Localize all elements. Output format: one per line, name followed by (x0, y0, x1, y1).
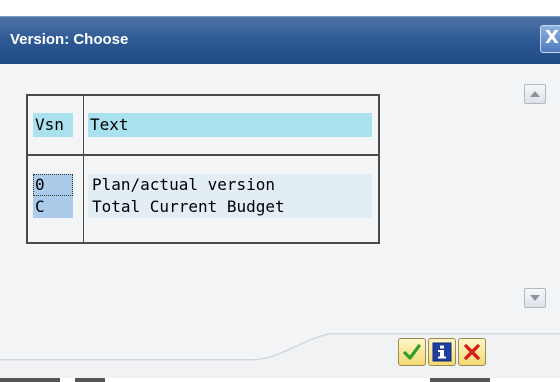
column-header-text[interactable]: Text (88, 113, 372, 137)
vertical-scrollbar[interactable] (520, 76, 550, 308)
cancel-x-icon (464, 344, 480, 360)
edge-mark (0, 378, 60, 382)
table-row-vsn-cell[interactable]: 0 (33, 174, 73, 196)
scroll-up-button[interactable] (524, 84, 546, 104)
bottom-edge (0, 378, 560, 382)
checkmark-icon (403, 344, 421, 360)
close-icon: X (545, 27, 559, 48)
close-button[interactable]: X (540, 25, 560, 53)
information-button[interactable] (428, 338, 456, 366)
table-row-text-cell[interactable]: Total Current Budget (88, 196, 372, 218)
screen: Version: Choose X Vsn Text 0 Plan/actual… (0, 0, 560, 382)
arrow-up-icon (530, 91, 540, 97)
cancel-button[interactable] (458, 338, 486, 366)
table-row-text-cell[interactable]: Plan/actual version (88, 174, 372, 196)
continue-button[interactable] (398, 338, 426, 366)
dialog-footer (0, 322, 560, 382)
table-row-vsn-cell[interactable]: C (33, 196, 73, 218)
column-divider (83, 96, 84, 242)
dialog-title: Version: Choose (10, 31, 129, 48)
version-table: Vsn Text 0 Plan/actual version C Total C… (26, 94, 380, 244)
header-divider (28, 154, 378, 156)
scroll-down-button[interactable] (524, 288, 546, 308)
arrow-down-icon (530, 295, 540, 301)
column-header-vsn[interactable]: Vsn (33, 113, 73, 137)
dialog-titlebar[interactable]: Version: Choose X (0, 16, 560, 64)
info-icon (432, 342, 452, 362)
edge-mark (75, 378, 105, 382)
edge-mark (430, 378, 490, 382)
dialog-body: Vsn Text 0 Plan/actual version C Total C… (0, 64, 560, 382)
